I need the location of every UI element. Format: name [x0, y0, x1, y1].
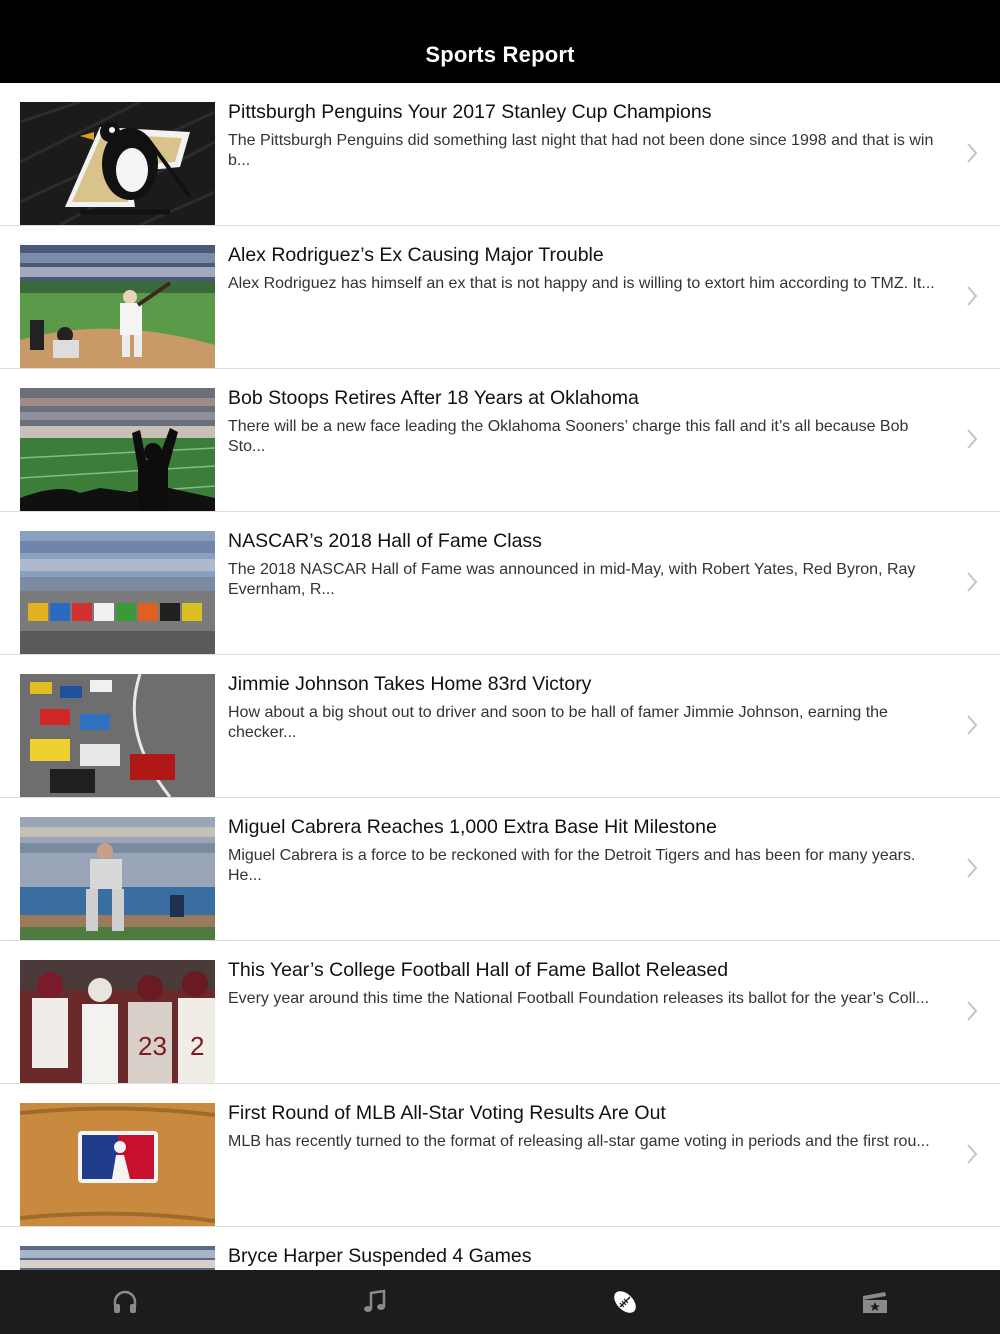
article-title: Alex Rodriguez’s Ex Causing Major Troubl… [228, 244, 604, 266]
article-thumbnail [20, 388, 215, 511]
article-summary: There will be a new face leading the Okl… [228, 418, 909, 455]
article-thumbnail [20, 817, 215, 940]
article-title: NASCAR’s 2018 Hall of Fame Class [228, 530, 542, 552]
football-icon [611, 1288, 639, 1316]
article-row[interactable]: Jimmie Johnson Takes Home 83rd Victory H… [0, 655, 1000, 798]
chevron-right-icon [966, 142, 978, 164]
article-row[interactable]: Miguel Cabrera Reaches 1,000 Extra Base … [0, 798, 1000, 941]
chevron-right-icon [966, 285, 978, 307]
article-row[interactable]: Alex Rodriguez’s Ex Causing Major Troubl… [0, 226, 1000, 369]
tab-bar [0, 1270, 1000, 1334]
chevron-right-icon [966, 857, 978, 879]
chevron-right-icon [966, 1000, 978, 1022]
ticket-icon [861, 1290, 889, 1314]
article-summary: The 2018 NASCAR Hall of Fame was announc… [228, 561, 916, 598]
article-thumbnail [20, 245, 215, 368]
article-list[interactable]: Pittsburgh Penguins Your 2017 Stanley Cu… [0, 83, 1000, 1270]
tab-ticket[interactable] [750, 1270, 1000, 1334]
navigation-bar: Sports Report [0, 0, 1000, 83]
article-summary: Every year around this time the National… [228, 990, 930, 1007]
article-row[interactable]: Bryce Harper Suspended 4 Games [0, 1227, 1000, 1270]
article-row[interactable]: Pittsburgh Penguins Your 2017 Stanley Cu… [0, 83, 1000, 226]
article-title: Bob Stoops Retires After 18 Years at Okl… [228, 387, 639, 409]
article-thumbnail [20, 1103, 215, 1226]
article-summary: Alex Rodriguez has himself an ex that is… [228, 275, 935, 292]
article-title: Jimmie Johnson Takes Home 83rd Victory [228, 673, 592, 695]
article-title: First Round of MLB All-Star Voting Resul… [228, 1102, 666, 1124]
tab-football[interactable] [500, 1270, 750, 1334]
article-summary: The Pittsburgh Penguins did something la… [228, 132, 934, 169]
article-summary: Miguel Cabrera is a force to be reckoned… [228, 847, 916, 884]
article-title: Bryce Harper Suspended 4 Games [228, 1245, 532, 1267]
svg-text:23: 23 [138, 1031, 167, 1061]
article-thumbnail: 23 2 [20, 960, 215, 1083]
article-row[interactable]: 23 2 This Year’s College Football Hall o… [0, 941, 1000, 1084]
article-summary: How about a big shout out to driver and … [228, 704, 888, 741]
chevron-right-icon [966, 714, 978, 736]
tab-headphones[interactable] [0, 1270, 250, 1334]
article-row[interactable]: Bob Stoops Retires After 18 Years at Okl… [0, 369, 1000, 512]
article-thumbnail [20, 674, 215, 797]
chevron-right-icon [966, 1143, 978, 1165]
article-row[interactable]: First Round of MLB All-Star Voting Resul… [0, 1084, 1000, 1227]
music-note-icon [363, 1289, 387, 1315]
article-thumbnail [20, 531, 215, 654]
article-thumbnail [20, 102, 215, 225]
chevron-right-icon [966, 571, 978, 593]
article-row[interactable]: NASCAR’s 2018 Hall of Fame Class The 201… [0, 512, 1000, 655]
svg-text:2: 2 [190, 1031, 204, 1061]
article-title: Miguel Cabrera Reaches 1,000 Extra Base … [228, 816, 717, 838]
headphones-icon [112, 1289, 138, 1315]
page-title: Sports Report [425, 42, 575, 67]
tab-music[interactable] [250, 1270, 500, 1334]
article-title: This Year’s College Football Hall of Fam… [228, 959, 729, 981]
chevron-right-icon [966, 428, 978, 450]
article-thumbnail [20, 1246, 215, 1270]
article-summary: MLB has recently turned to the format of… [228, 1133, 930, 1150]
article-title: Pittsburgh Penguins Your 2017 Stanley Cu… [228, 101, 712, 123]
